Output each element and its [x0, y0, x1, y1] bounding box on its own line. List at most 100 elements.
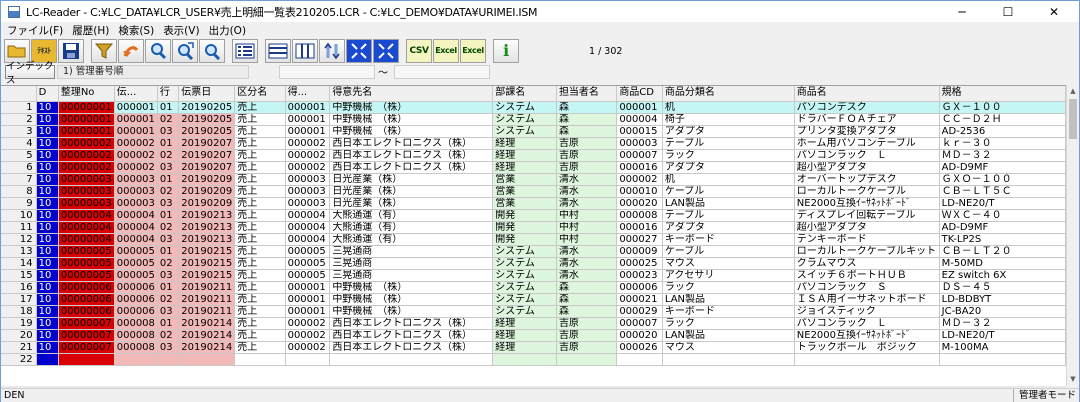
table-cell[interactable]: 10	[36, 209, 59, 222]
table-cell[interactable]: 売上	[234, 185, 286, 198]
table-cell[interactable]: ラック	[662, 281, 795, 294]
table-cell[interactable]: システム	[492, 293, 557, 306]
table-cell[interactable]: 01	[157, 173, 180, 186]
table-cell[interactable]: システム	[492, 113, 557, 126]
table-cell[interactable]: 000003	[114, 185, 158, 198]
fit-button[interactable]	[373, 39, 399, 63]
table-cell[interactable]: 00000001	[58, 101, 115, 114]
table-cell[interactable]: 大熊通運（有）	[329, 221, 494, 234]
table-cell[interactable]: ケーブル	[662, 185, 795, 198]
table-cell[interactable]: 000025	[616, 257, 663, 270]
table-cell[interactable]: 000008	[114, 341, 158, 354]
table-row[interactable]: 9 10 00000003 000003 03 20190209 売上 000003 日光産業（…	[1, 197, 1066, 210]
table-cell[interactable]: 000005	[285, 245, 331, 258]
table-row[interactable]: 6 10 00000002 000002 03 20190207 売上 000002 西日本エレ…	[1, 161, 1066, 174]
table-cell[interactable]: 000001	[114, 113, 158, 126]
table-cell[interactable]: 00000006	[58, 293, 115, 306]
table-cell[interactable]: 02	[157, 257, 180, 270]
table-cell[interactable]: 売上	[234, 305, 286, 318]
table-cell[interactable]: 机	[662, 101, 795, 114]
close-button[interactable]: ✕	[1031, 1, 1077, 22]
table-cell[interactable]: 売上	[234, 281, 286, 294]
table-cell[interactable]: 10	[36, 161, 59, 174]
table-cell[interactable]: 000002	[285, 161, 331, 174]
table-cell[interactable]: パソコンラック Ｌ	[794, 149, 940, 162]
scroll-thumb[interactable]	[1069, 99, 1077, 139]
undo-button[interactable]	[118, 39, 144, 63]
table-cell[interactable]: 20190214	[178, 329, 236, 342]
table-cell[interactable]: 000002	[285, 329, 331, 342]
column-header[interactable]: D	[36, 86, 59, 102]
table-cell[interactable]: 00000005	[58, 245, 115, 258]
table-row[interactable]: 18 10 00000006 000006 03 20190211 売上 000001 中野機械…	[1, 305, 1066, 318]
scroll-down-icon[interactable]: ▼	[1067, 373, 1079, 386]
table-cell[interactable]: 00000007	[58, 317, 115, 330]
table-cell[interactable]: EZ switch 6X	[939, 269, 1066, 282]
table-cell[interactable]: 売上	[234, 245, 286, 258]
table-cell[interactable]: 開発	[492, 221, 557, 234]
column-header[interactable]: 得...	[285, 86, 331, 102]
table-cell[interactable]: 吉原	[556, 329, 618, 342]
table-cell[interactable]: 000002	[616, 173, 663, 186]
table-cell[interactable]: 01	[157, 281, 180, 294]
table-cell[interactable]: 売上	[234, 101, 286, 114]
table-cell[interactable]	[662, 353, 795, 366]
table-cell[interactable]: 三晃通商	[329, 257, 494, 270]
table-cell[interactable]: 000001	[285, 113, 331, 126]
table-cell[interactable]: 清水	[556, 269, 618, 282]
table-cell[interactable]: 10	[36, 317, 59, 330]
table-cell[interactable]: 00000002	[58, 149, 115, 162]
column-header[interactable]: 商品CD	[616, 86, 663, 102]
table-cell[interactable]: 日光産業（株）	[329, 197, 494, 210]
table-cell[interactable]: 00000006	[58, 281, 115, 294]
table-cell[interactable]: 超小型アダプタ	[794, 221, 940, 234]
table-cell[interactable]: 20190213	[178, 233, 236, 246]
table-cell[interactable]	[556, 353, 618, 366]
table-cell[interactable]: 中村	[556, 209, 618, 222]
table-cell[interactable]: 00000002	[58, 161, 115, 174]
table-cell[interactable]: 03	[157, 341, 180, 354]
table-cell[interactable]: 西日本エレクトロニクス（株）	[329, 341, 494, 354]
table-cell[interactable]: 20190205	[178, 101, 236, 114]
table-cell[interactable]: ＩＳＡ用イーサネットボード	[794, 293, 940, 306]
table-cell[interactable]: 10	[36, 137, 59, 150]
table-cell[interactable]: 経理	[492, 341, 557, 354]
swap-button[interactable]	[319, 39, 345, 63]
table-cell[interactable]: 000006	[114, 305, 158, 318]
table-cell[interactable]	[939, 353, 1066, 366]
table-cell[interactable]: 02	[157, 185, 180, 198]
data-grid[interactable]: D 整理No 伝... 行 伝票日 区分名 得... 得意先名 部課名 担当者名…	[1, 85, 1066, 386]
table-cell[interactable]: 日光産業（株）	[329, 185, 494, 198]
table-cell[interactable]: 000002	[114, 137, 158, 150]
table-cell[interactable]: 000006	[114, 293, 158, 306]
table-cell[interactable]: 森	[556, 293, 618, 306]
table-cell[interactable]: 02	[157, 149, 180, 162]
table-row[interactable]: 4 10 00000002 000002 01 20190207 売上 000002 西日本エレ…	[1, 137, 1066, 150]
search-button[interactable]	[145, 39, 171, 63]
table-cell[interactable]: 10	[36, 221, 59, 234]
table-cell[interactable]: 10	[36, 293, 59, 306]
table-cell[interactable]: 10	[36, 257, 59, 270]
table-cell[interactable]: 吉原	[556, 341, 618, 354]
column-width-button[interactable]	[292, 39, 318, 63]
table-cell[interactable]: 000003	[114, 197, 158, 210]
table-cell[interactable]: 経理	[492, 137, 557, 150]
table-cell[interactable]: ＣＢ－ＬＴ２０	[939, 245, 1066, 258]
table-cell[interactable]: 000027	[616, 233, 663, 246]
table-cell[interactable]: 000003	[285, 197, 331, 210]
table-cell[interactable]: 000002	[285, 137, 331, 150]
table-cell[interactable]	[492, 353, 557, 366]
table-cell[interactable]: プリンタ変換アダプタ	[794, 125, 940, 138]
table-cell[interactable]: 売上	[234, 329, 286, 342]
table-cell[interactable]: 中野機械 （株）	[329, 305, 494, 318]
table-cell[interactable]: 売上	[234, 161, 286, 174]
table-cell[interactable]: 中野機械 （株）	[329, 101, 494, 114]
table-cell[interactable]: 000005	[114, 245, 158, 258]
table-cell[interactable]: 開発	[492, 233, 557, 246]
table-cell[interactable]: 03	[157, 197, 180, 210]
table-row[interactable]: 11 10 00000004 000004 02 20190213 売上 000004 大熊通運…	[1, 221, 1066, 234]
table-cell[interactable]: 000003	[114, 173, 158, 186]
table-cell[interactable]: ローカルトークケーブル	[794, 185, 940, 198]
table-cell[interactable]: 売上	[234, 197, 286, 210]
table-cell[interactable]: システム	[492, 125, 557, 138]
